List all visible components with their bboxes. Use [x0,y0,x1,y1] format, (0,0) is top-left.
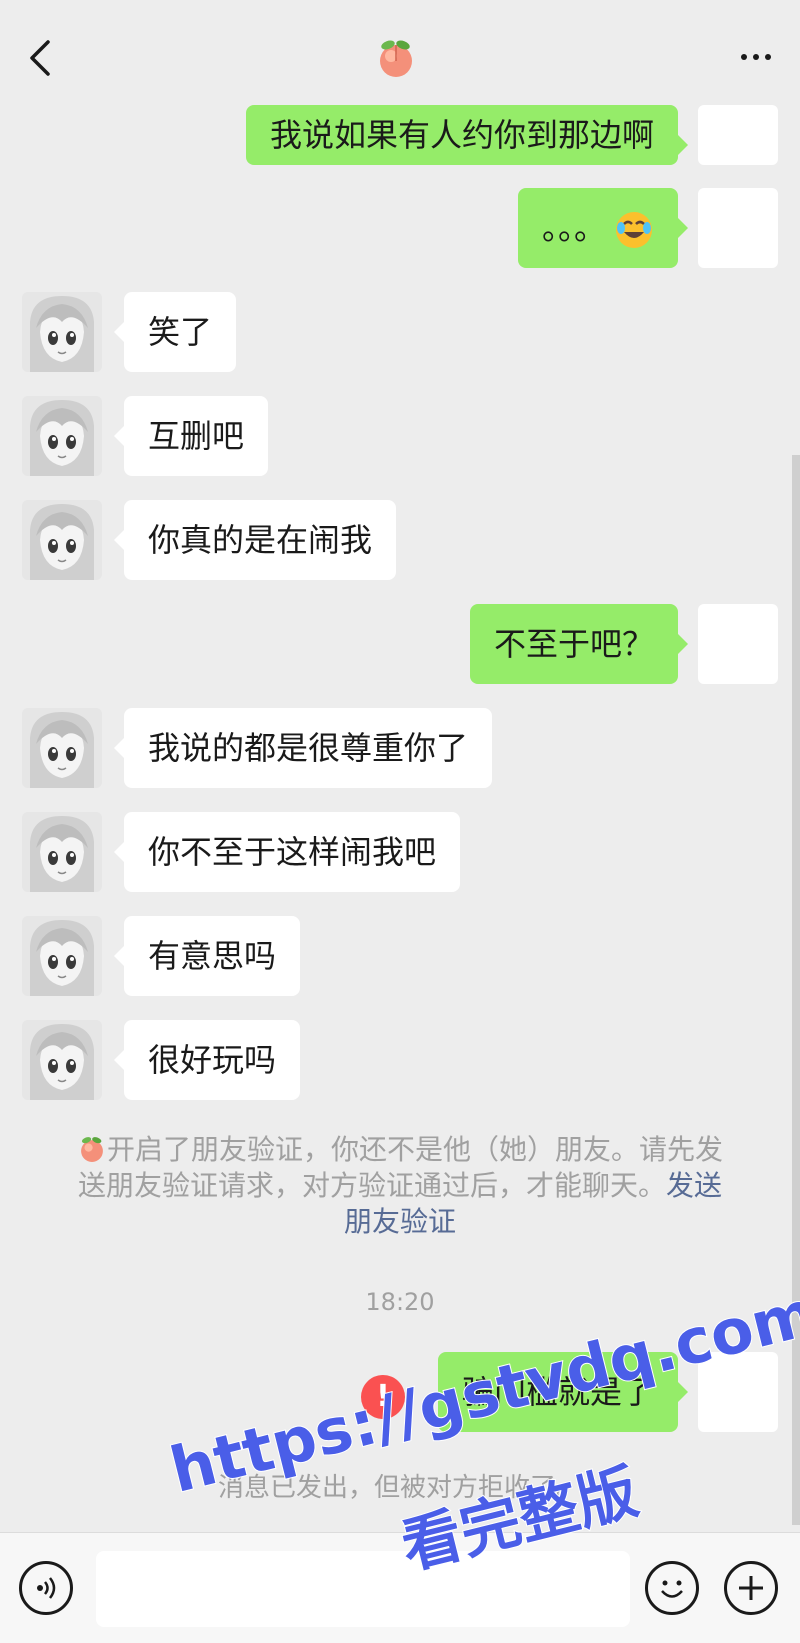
message-received: 你真的是在闹我 [0,500,800,580]
message-bubble[interactable]: 你真的是在闹我 [113,500,397,580]
message-received: 我说的都是很尊重你了 [0,708,800,788]
anime-girl-avatar-icon [22,708,102,788]
input-bar [0,1532,800,1643]
message-bubble[interactable]: 笑了 [113,292,237,372]
message-sent: 。。。 [0,188,800,268]
scrollbar[interactable] [792,455,800,1525]
contact-avatar[interactable] [22,708,102,788]
anime-girl-avatar-icon [22,916,102,996]
emoji-button[interactable] [645,1561,699,1615]
contact-avatar[interactable] [22,812,102,892]
message-received: 很好玩吗 [0,1020,800,1100]
chevron-left-icon [30,40,50,76]
contact-avatar[interactable] [22,396,102,476]
more-dots-icon [741,54,747,60]
message-received: 笑了 [0,292,800,372]
anime-girl-avatar-icon [22,292,102,372]
message-sent: 我说如果有人约你到那边啊 [0,88,800,168]
contact-avatar[interactable] [22,292,102,372]
message-input[interactable] [96,1551,630,1627]
message-bubble[interactable]: 。。。 [517,188,689,268]
plus-icon [739,1576,763,1600]
message-bubble[interactable]: 你不至于这样闹我吧 [113,812,461,892]
my-avatar[interactable] [698,604,778,684]
peach-emoji-icon [81,1137,103,1162]
message-sent: 不至于吧？ [0,604,800,684]
message-bubble[interactable]: 我说的都是很尊重你了 [113,708,493,788]
anime-girl-avatar-icon [22,812,102,892]
laugh-cry-emoji-icon [616,212,652,248]
message-bubble[interactable]: 很好玩吗 [113,1020,301,1100]
message-bubble[interactable]: 互删吧 [113,396,269,476]
my-avatar[interactable] [698,188,778,268]
contact-avatar[interactable] [22,1020,102,1100]
message-bubble[interactable]: 有意思吗 [113,916,301,996]
back-button[interactable] [20,36,60,80]
anime-girl-avatar-icon [22,500,102,580]
message-bubble[interactable]: 不至于吧？ [469,604,689,684]
voice-icon [37,1577,56,1599]
message-bubble[interactable]: 我说如果有人约你到那边啊 [245,105,689,165]
plus-button[interactable] [724,1561,778,1615]
contact-avatar[interactable] [22,500,102,580]
anime-girl-avatar-icon [22,396,102,476]
message-received: 互删吧 [0,396,800,476]
contact-avatar[interactable] [22,916,102,996]
message-received: 有意思吗 [0,916,800,996]
friend-verification-notice: 开启了朋友验证，你还不是他（她）朋友。请先发送朋友验证请求，对方验证通过后，才能… [77,1133,723,1238]
my-avatar[interactable] [698,105,778,165]
contact-name-peach-icon [374,36,418,80]
voice-button[interactable] [19,1561,73,1615]
emoji-face-icon [661,1580,683,1598]
anime-girl-avatar-icon [22,1020,102,1100]
message-received: 你不至于这样闹我吧 [0,812,800,892]
more-button[interactable] [734,42,778,72]
